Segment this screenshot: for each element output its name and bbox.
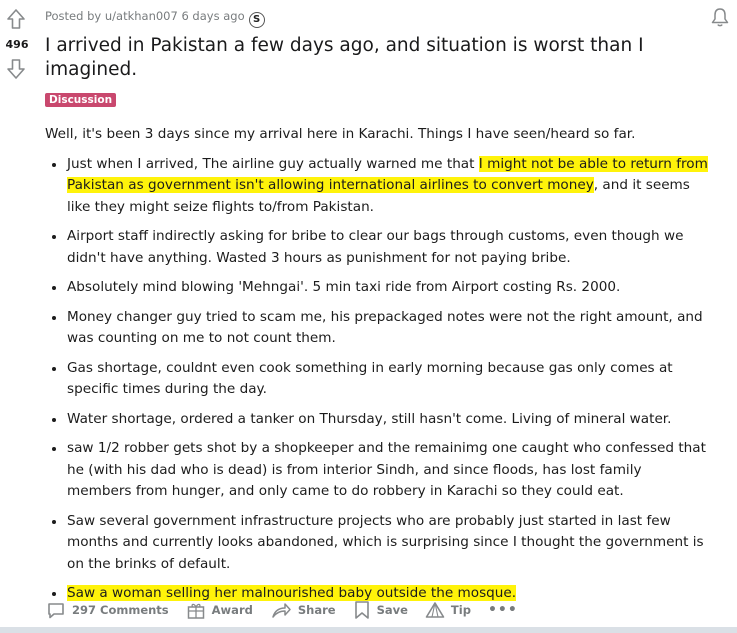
list-item: Just when I arrived, The airline guy act… <box>52 154 710 219</box>
award-label: Award <box>211 603 253 617</box>
comment-icon <box>48 603 64 619</box>
list-item: Water shortage, ordered a tanker on Thur… <box>52 409 710 431</box>
post-meta-text[interactable]: Posted by u/atkhan007 6 days ago <box>45 9 245 23</box>
save-label: Save <box>376 603 408 617</box>
post-title[interactable]: I arrived in Pakistan a few days ago, an… <box>45 34 685 82</box>
list-item: saw 1/2 robber gets shot by a shopkeeper… <box>52 438 710 503</box>
list-item: Airport staff indirectly asking for brib… <box>52 226 710 269</box>
comments-label: 297 Comments <box>72 603 169 617</box>
share-arrow-icon <box>272 603 291 618</box>
comments-button[interactable]: 297 Comments <box>46 600 169 620</box>
list-item: Money changer guy tried to scam me, his … <box>52 307 710 350</box>
tip-triangle-icon <box>425 602 445 618</box>
share-button[interactable]: Share <box>270 600 336 620</box>
tip-button[interactable]: Tip <box>425 601 471 619</box>
award-badge-icon[interactable]: S <box>248 12 265 28</box>
bell-icon[interactable] <box>709 6 731 32</box>
save-button[interactable]: Save <box>353 600 408 620</box>
list-item: Gas shortage, couldnt even cook somethin… <box>52 358 710 401</box>
bookmark-icon <box>354 601 369 619</box>
award-button[interactable]: Award <box>186 600 253 620</box>
flair-badge[interactable]: Discussion <box>45 93 117 107</box>
list-item: Absolutely mind blowing 'Mehngai'. 5 min… <box>52 277 710 299</box>
gift-award-icon <box>187 603 204 619</box>
share-label: Share <box>297 603 336 617</box>
post-intro: Well, it's been 3 days since my arrival … <box>45 126 636 142</box>
bullet-list: Just when I arrived, The airline guy act… <box>45 154 710 605</box>
post-actions-bar: 297 Comments Award Share Save Tip ••• <box>46 597 518 623</box>
more-options-icon[interactable]: ••• <box>488 602 518 618</box>
downvote-arrow-icon[interactable] <box>6 58 26 84</box>
tip-label: Tip <box>450 603 471 617</box>
post-bottom-divider <box>0 627 737 633</box>
post-meta: Posted by u/atkhan007 6 days ago S <box>45 9 265 28</box>
post-body: Well, it's been 3 days since my arrival … <box>45 124 710 613</box>
upvote-arrow-icon[interactable] <box>6 8 26 34</box>
vote-count: 496 <box>5 38 29 51</box>
list-item: Saw several government infrastructure pr… <box>52 511 710 576</box>
